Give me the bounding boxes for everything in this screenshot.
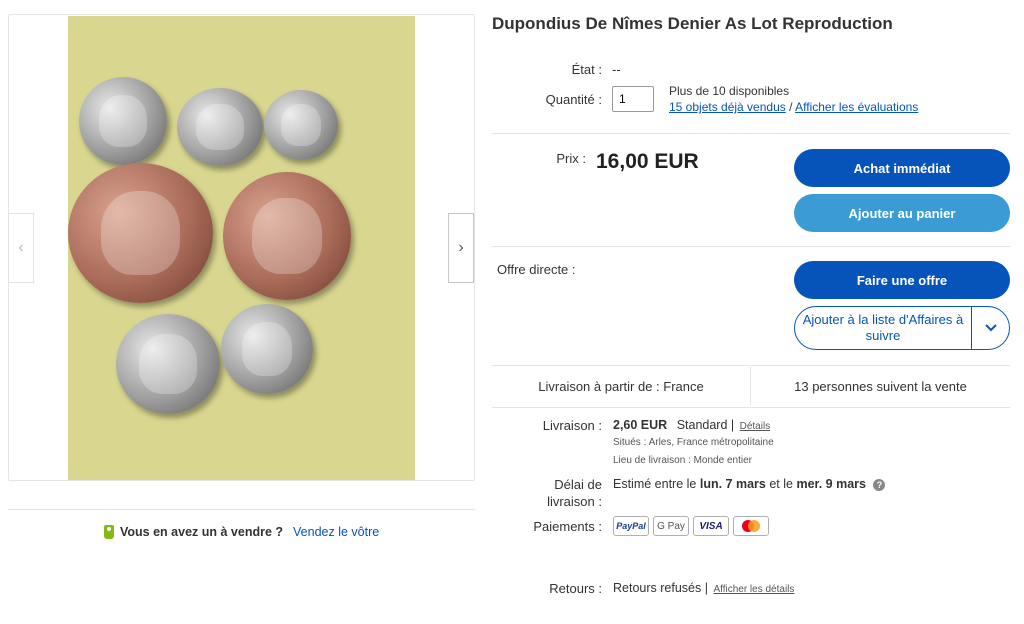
mastercard-icon	[733, 516, 769, 536]
sold-info: 15 objets déjà vendus / Afficher les éva…	[669, 100, 918, 114]
item-title: Dupondius De Nîmes Denier As Lot Reprodu…	[492, 14, 893, 33]
reviews-link[interactable]: Afficher les évaluations	[795, 100, 918, 114]
chevron-down-icon[interactable]	[972, 307, 1009, 349]
estimate-text-and: et le	[769, 477, 793, 491]
quantity-label: Quantité :	[545, 92, 602, 107]
quantity-input[interactable]	[612, 86, 654, 112]
google-pay-icon: G Pay	[653, 516, 689, 536]
visa-icon: VISA	[693, 516, 729, 536]
delivery-type: Standard |	[676, 418, 735, 432]
item-location: Situés : Arles, France métropolitaine	[613, 437, 774, 448]
sell-yours-link[interactable]: Vendez le vôtre	[293, 525, 379, 539]
price-value: 16,00 EUR	[596, 150, 699, 173]
buy-now-button[interactable]: Achat immédiat	[794, 149, 1010, 187]
delivery-info: 2,60 EUR Standard | Détails	[613, 418, 770, 432]
sold-count-link[interactable]: 15 objets déjà vendus	[669, 100, 786, 114]
estimate-date-end: mer. 9 mars	[796, 477, 866, 491]
watchlist-label: Ajouter à la liste d'Affaires à suivre	[802, 312, 964, 343]
delivery-delay-label-line2: livraison :	[547, 494, 602, 509]
availability-text: Plus de 10 disponibles	[669, 84, 790, 98]
sell-yours-banner: Vous en avez un à vendre ? Vendez le vôt…	[104, 525, 379, 539]
next-image-button[interactable]: ›	[448, 213, 474, 283]
help-icon[interactable]: ?	[873, 478, 886, 491]
divider	[492, 133, 1010, 134]
coin-image	[177, 88, 263, 166]
ships-from: Livraison à partir de : France	[538, 378, 704, 394]
coin-image	[116, 314, 220, 414]
make-offer-button[interactable]: Faire une offre	[794, 261, 1010, 299]
sold-separator: /	[789, 100, 793, 114]
paypal-icon: PayPal	[613, 516, 649, 536]
ship-to-location: Lieu de livraison : Monde entier	[613, 455, 752, 466]
payment-methods: PayPal G Pay VISA	[613, 516, 769, 536]
payments-label: Paiements :	[533, 519, 602, 534]
watchers-count: 13 personnes suivent la vente	[794, 378, 967, 394]
price-label: Prix :	[556, 151, 586, 166]
divider	[492, 246, 1010, 247]
price-tag-icon	[104, 525, 114, 539]
delivery-estimate: Estimé entre le lun. 7 mars et le mer. 9…	[613, 477, 886, 491]
coin-image	[79, 77, 167, 165]
returns-details-link[interactable]: Afficher les détails	[713, 584, 794, 595]
condition-value: --	[612, 62, 621, 77]
coin-image	[221, 304, 313, 394]
returns-info: Retours refusés | Afficher les détails	[613, 581, 794, 595]
product-photo[interactable]	[68, 16, 415, 480]
chevron-right-icon: ›	[458, 239, 464, 256]
previous-image-button[interactable]: ‹	[8, 213, 34, 283]
divider	[492, 407, 1010, 408]
delivery-label: Livraison :	[542, 418, 602, 433]
coin-image	[68, 163, 213, 303]
coin-image	[223, 172, 351, 300]
delivery-price: 2,60 EUR	[613, 418, 668, 432]
returns-text: Retours refusés |	[613, 581, 708, 595]
returns-label: Retours :	[549, 581, 602, 596]
add-to-cart-button[interactable]: Ajouter au panier	[794, 194, 1010, 232]
add-to-watchlist-button[interactable]: Ajouter à la liste d'Affaires à suivre	[794, 306, 1010, 350]
best-offer-label: Offre directe :	[497, 262, 576, 277]
estimate-text: Estimé entre le	[613, 477, 697, 491]
delivery-details-link[interactable]: Détails	[740, 421, 771, 432]
divider	[8, 509, 475, 510]
delivery-delay-label-line1: Délai de	[554, 477, 602, 492]
coin-image	[264, 90, 338, 160]
sell-question: Vous en avez un à vendre ?	[120, 525, 284, 539]
chevron-left-icon: ‹	[18, 239, 24, 256]
condition-label: État :	[571, 62, 602, 77]
estimate-date-start: lun. 7 mars	[699, 477, 766, 491]
